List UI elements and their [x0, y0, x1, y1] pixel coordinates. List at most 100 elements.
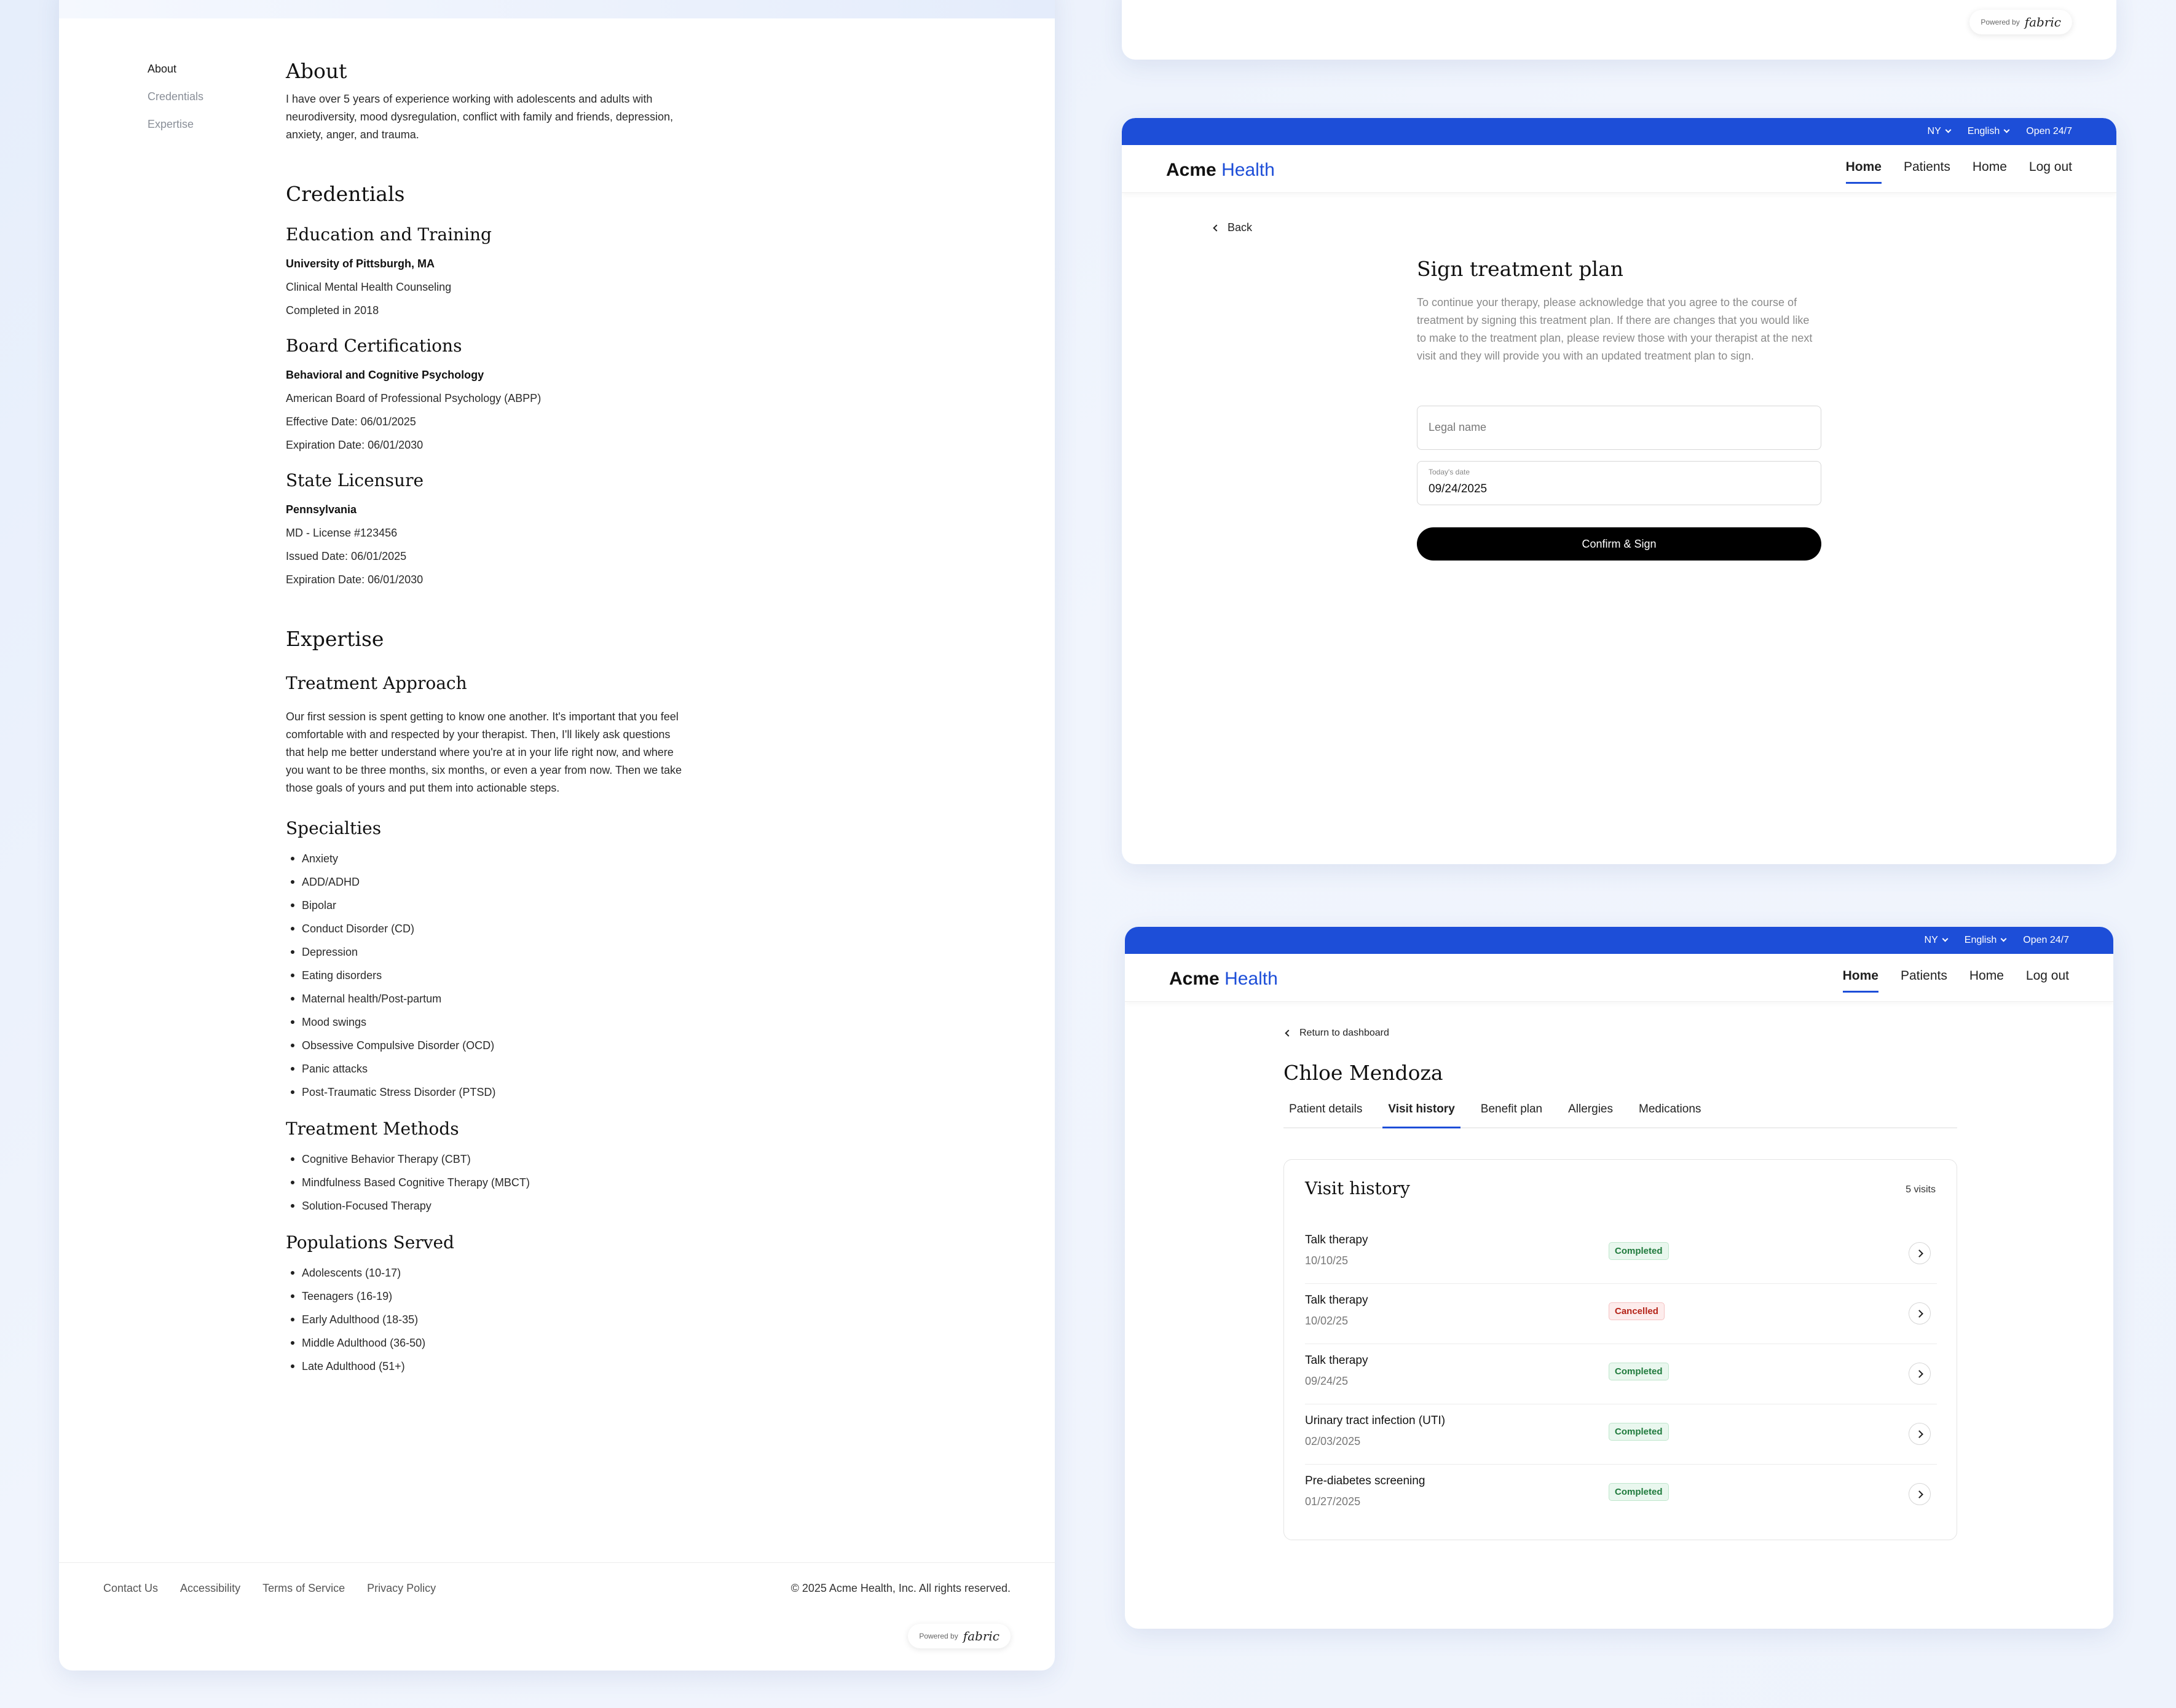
- hours-label: Open 24/7: [2026, 126, 2072, 136]
- tab-patient-details[interactable]: Patient details: [1283, 1103, 1368, 1128]
- credentials-heading: Credentials: [286, 182, 405, 206]
- list-item: ADD/ADHD: [286, 870, 716, 894]
- sidenav-about[interactable]: About: [148, 63, 203, 76]
- language-label: English: [1967, 126, 2000, 136]
- nav-logout[interactable]: Log out: [2029, 160, 2072, 184]
- patient-name: Chloe Mendoza: [1283, 1061, 1443, 1085]
- list-item: Conduct Disorder (CD): [286, 917, 716, 940]
- sidenav-expertise[interactable]: Expertise: [148, 118, 203, 131]
- table-row[interactable]: Talk therapy 09/24/25 Completed: [1305, 1344, 1937, 1404]
- chevron-right-icon[interactable]: [1909, 1363, 1931, 1385]
- tab-medications[interactable]: Medications: [1633, 1103, 1706, 1128]
- table-row[interactable]: Talk therapy 10/02/25 Cancelled: [1305, 1284, 1937, 1344]
- list-item: Panic attacks: [286, 1057, 716, 1080]
- page-title: Sign treatment plan: [1417, 257, 1623, 281]
- logo-bold: Acme: [1166, 160, 1216, 180]
- visit-date: 10/10/25: [1305, 1254, 1349, 1267]
- board-org: American Board of Professional Psycholog…: [286, 392, 542, 404]
- licensure-number: MD - License #123456: [286, 527, 398, 539]
- date-field[interactable]: Today's date 09/24/2025: [1417, 461, 1821, 505]
- education-completed: Completed in 2018: [286, 304, 379, 317]
- utility-bar: NY English Open 24/7: [1125, 927, 2113, 954]
- chevron-right-icon[interactable]: [1909, 1423, 1931, 1445]
- nav-patients[interactable]: Patients: [1904, 160, 1950, 184]
- education-program: Clinical Mental Health Counseling: [286, 281, 452, 293]
- return-label: Return to dashboard: [1299, 1028, 1389, 1038]
- footer-privacy-link[interactable]: Privacy Policy: [367, 1582, 436, 1595]
- profile-top-strip: [59, 0, 1055, 18]
- table-row[interactable]: Urinary tract infection (UTI) 02/03/2025…: [1305, 1404, 1937, 1465]
- list-item: Depression: [286, 940, 716, 964]
- about-text: I have over 5 years of experience workin…: [286, 93, 673, 141]
- chevron-down-icon: [1945, 127, 1952, 133]
- status-badge: Completed: [1609, 1363, 1669, 1380]
- list-item: Post-Traumatic Stress Disorder (PTSD): [286, 1080, 716, 1104]
- nav-home[interactable]: Home: [1845, 160, 1882, 184]
- expertise-heading: Expertise: [286, 627, 384, 651]
- visit-date: 01/27/2025: [1305, 1495, 1361, 1508]
- board-heading: Board Certifications: [286, 336, 462, 356]
- list-item: Anxiety: [286, 847, 716, 870]
- language-selector[interactable]: English: [1967, 126, 2010, 137]
- visit-history-panel: Visit history 5 visits Talk therapy 10/1…: [1283, 1159, 1957, 1540]
- visit-date: 10/02/25: [1305, 1315, 1349, 1327]
- nav-logout[interactable]: Log out: [2026, 969, 2069, 993]
- date-label: Today's date: [1429, 468, 1470, 476]
- sign-description: To continue your therapy, please acknowl…: [1417, 296, 1813, 362]
- footer-terms-link[interactable]: Terms of Service: [262, 1582, 345, 1595]
- confirm-sign-button[interactable]: Confirm & Sign: [1417, 527, 1821, 561]
- powered-by-label: Powered by: [1981, 18, 2020, 26]
- region-selector[interactable]: NY: [1928, 126, 1952, 137]
- fabric-logo: fabric: [2024, 15, 2061, 30]
- return-dashboard-link[interactable]: Return to dashboard: [1285, 1028, 1389, 1039]
- populations-list: Adolescents (10-17) Teenagers (16-19) Ea…: [286, 1261, 716, 1378]
- main-navbar: Acme Health Home Patients Home Log out: [1125, 954, 2113, 1002]
- visit-title: Urinary tract infection (UTI): [1305, 1414, 1446, 1427]
- chevron-right-icon[interactable]: [1909, 1483, 1931, 1505]
- nav-home[interactable]: Home: [1842, 969, 1878, 993]
- board-specialty: Behavioral and Cognitive Psychology: [286, 369, 484, 381]
- copyright: © 2025 Acme Health, Inc. All rights rese…: [790, 1582, 1011, 1594]
- legal-name-field[interactable]: Legal name: [1417, 406, 1821, 450]
- tab-benefit-plan[interactable]: Benefit plan: [1475, 1103, 1548, 1128]
- acme-health-logo[interactable]: Acme Health: [1169, 969, 1278, 990]
- footer-accessibility-link[interactable]: Accessibility: [180, 1582, 240, 1595]
- chevron-right-icon[interactable]: [1909, 1302, 1931, 1324]
- acme-health-logo[interactable]: Acme Health: [1166, 160, 1275, 181]
- footer-contact-link[interactable]: Contact Us: [103, 1582, 158, 1595]
- footer-links: Contact Us Accessibility Terms of Servic…: [103, 1582, 436, 1595]
- tab-visit-history[interactable]: Visit history: [1382, 1103, 1461, 1128]
- table-row[interactable]: Talk therapy 10/10/25 Completed: [1305, 1224, 1937, 1284]
- visit-title: Talk therapy: [1305, 1294, 1368, 1307]
- sidenav-credentials[interactable]: Credentials: [148, 90, 203, 103]
- approach-heading: Treatment Approach: [286, 673, 467, 693]
- list-item: Adolescents (10-17): [286, 1261, 716, 1285]
- powered-by-badge[interactable]: Powered by fabric: [1969, 10, 2072, 34]
- list-item: Teenagers (16-19): [286, 1285, 716, 1308]
- nav-patients[interactable]: Patients: [1901, 969, 1947, 993]
- region-selector[interactable]: NY: [1924, 935, 1949, 946]
- board-expiration: Expiration Date: 06/01/2030: [286, 439, 424, 451]
- powered-by-label: Powered by: [919, 1632, 958, 1640]
- visit-date: 09/24/25: [1305, 1375, 1349, 1387]
- methods-heading: Treatment Methods: [286, 1119, 459, 1139]
- chevron-down-icon: [2000, 935, 2007, 942]
- hours-label: Open 24/7: [2023, 935, 2069, 945]
- region-label: NY: [1924, 935, 1938, 945]
- logo-rest: Health: [1224, 969, 1278, 989]
- language-selector[interactable]: English: [1965, 935, 2007, 946]
- back-link[interactable]: Back: [1213, 221, 1252, 234]
- profile-sidenav: About Credentials Expertise: [148, 63, 203, 146]
- approach-text: Our first session is spent getting to kn…: [286, 710, 682, 794]
- chevron-right-icon[interactable]: [1909, 1242, 1931, 1264]
- main-navbar: Acme Health Home Patients Home Log out: [1122, 145, 2116, 193]
- tab-allergies[interactable]: Allergies: [1563, 1103, 1618, 1128]
- populations-heading: Populations Served: [286, 1232, 454, 1253]
- table-row[interactable]: Pre-diabetes screening 01/27/2025 Comple…: [1305, 1465, 1937, 1525]
- nav-home-2[interactable]: Home: [1969, 969, 2004, 993]
- powered-by-badge[interactable]: Powered by fabric: [908, 1624, 1011, 1648]
- licensure-expiration: Expiration Date: 06/01/2030: [286, 573, 424, 586]
- education-block: University of Pittsburgh, MA Clinical Me…: [286, 252, 716, 322]
- nav-home-2[interactable]: Home: [1973, 160, 2007, 184]
- licensure-block: Pennsylvania MD - License #123456 Issued…: [286, 498, 716, 591]
